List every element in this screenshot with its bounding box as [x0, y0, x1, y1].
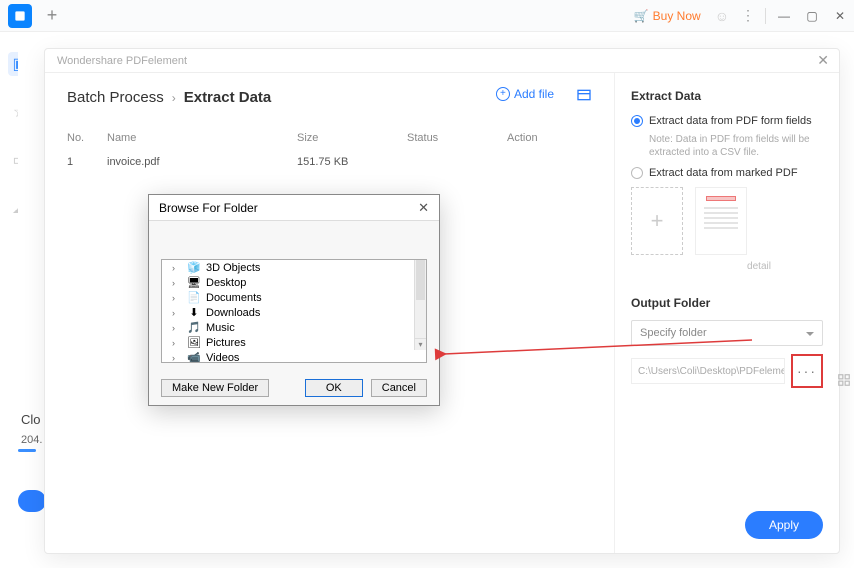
browse-folder-dialog: Browse For Folder ✕ ›🧊3D Objects ›🖥Deskt…	[148, 194, 440, 406]
close-button[interactable]: ✕	[826, 0, 854, 31]
cell-status	[407, 156, 507, 168]
tree-item: ›🖥Desktop	[162, 275, 426, 290]
scrollbar-thumb[interactable]	[416, 260, 425, 300]
cancel-button[interactable]: Cancel	[371, 379, 427, 397]
thumb-detail[interactable]	[695, 187, 747, 255]
apply-button[interactable]: Apply	[745, 511, 823, 539]
new-tab-button[interactable]: +	[40, 4, 64, 28]
window-titlebar: + 🛒 Buy Now ☺ ⋮ — ▢ ✕	[0, 0, 854, 32]
radio-off-icon	[631, 167, 643, 179]
tree-item: ›🖼Pictures	[162, 335, 426, 350]
detail-label: detail	[695, 261, 823, 272]
breadcrumb-root[interactable]: Batch Process	[67, 89, 164, 106]
manage-files-icon[interactable]	[576, 87, 592, 108]
chevron-right-icon: ›	[172, 308, 182, 318]
panel-close-icon[interactable]: ✕	[817, 52, 829, 69]
account-icon[interactable]: ☺	[715, 8, 729, 24]
scrollbar[interactable]: ▾	[414, 260, 426, 350]
cell-action	[507, 156, 592, 168]
peek-blue-bar	[18, 449, 36, 452]
grid-icon[interactable]	[837, 373, 851, 390]
cell-no: 1	[67, 156, 107, 168]
minimize-button[interactable]: —	[770, 0, 798, 31]
cell-size: 151.75 KB	[297, 156, 407, 168]
buy-now-label: Buy Now	[653, 9, 701, 23]
folder-icon: 🖼	[187, 336, 201, 349]
radio-on-icon	[631, 115, 643, 127]
maximize-button[interactable]: ▢	[798, 0, 826, 31]
chevron-right-icon: ›	[172, 278, 182, 288]
tree-item: ›🧊3D Objects	[162, 260, 426, 275]
col-action-header: Action	[507, 132, 592, 144]
dialog-close-icon[interactable]: ✕	[418, 200, 429, 216]
chevron-right-icon: ›	[172, 293, 182, 303]
plus-circle-icon: +	[496, 87, 510, 101]
panel-title-text: Wondershare PDFelement	[57, 55, 187, 67]
radio-form-fields[interactable]: Extract data from PDF form fields	[631, 115, 823, 127]
select-value: Specify folder	[640, 327, 707, 339]
tree-item: ›📹Videos	[162, 350, 426, 363]
table-row[interactable]: 1 invoice.pdf 151.75 KB	[67, 150, 592, 174]
output-folder-label: Output Folder	[631, 296, 823, 310]
divider	[765, 8, 766, 24]
thumb-add[interactable]: +	[631, 187, 683, 255]
folder-icon: 📹	[187, 351, 201, 363]
radio-label-1: Extract data from PDF form fields	[649, 115, 812, 127]
buy-now-link[interactable]: 🛒 Buy Now	[634, 9, 701, 23]
vdots-icon[interactable]: ⋮	[741, 7, 755, 24]
peek-label: Clo	[21, 412, 41, 427]
cart-icon: 🛒	[634, 9, 649, 23]
col-name-header: Name	[107, 132, 297, 144]
chevron-right-icon: ›	[172, 91, 176, 105]
tree-item: ›🎵Music	[162, 320, 426, 335]
files-table: No. Name Size Status Action 1 invoice.pd…	[67, 126, 592, 174]
side-note: Note: Data in PDF from fields will be ex…	[649, 133, 823, 159]
col-size-header: Size	[297, 132, 407, 144]
side-title: Extract Data	[631, 89, 823, 103]
browse-folder-button[interactable]: ···	[791, 354, 823, 388]
make-new-folder-button[interactable]: Make New Folder	[161, 379, 269, 397]
folder-icon: 📄	[187, 291, 201, 304]
tree-item: ›⬇Downloads	[162, 305, 426, 320]
folder-tree[interactable]: ›🧊3D Objects ›🖥Desktop ›📄Documents ›⬇Dow…	[161, 259, 427, 363]
chevron-right-icon: ›	[172, 353, 182, 363]
peek-blue-pill	[18, 490, 46, 512]
ellipsis-icon: ···	[797, 363, 817, 379]
panel-titlebar: Wondershare PDFelement ✕	[45, 49, 839, 73]
app-logo	[8, 4, 32, 28]
peek-number: 204.	[21, 434, 42, 446]
tree-item: ›📄Documents	[162, 290, 426, 305]
ok-button[interactable]: OK	[305, 379, 363, 397]
folder-icon: 🧊	[187, 261, 201, 274]
add-file-button[interactable]: + Add file	[496, 87, 554, 101]
dialog-title: Browse For Folder	[159, 201, 258, 215]
folder-icon: 🎵	[187, 321, 201, 334]
background-peek: Clo 204.	[18, 32, 46, 554]
add-file-label: Add file	[514, 87, 554, 101]
output-path-text: C:\Users\Coli\Desktop\PDFelement\Da	[638, 366, 785, 377]
folder-icon: ⬇	[187, 306, 201, 319]
chevron-right-icon: ›	[172, 263, 182, 273]
folder-icon: 🖥	[187, 276, 201, 289]
chevron-right-icon: ›	[172, 338, 182, 348]
output-path-field[interactable]: C:\Users\Coli\Desktop\PDFelement\Da	[631, 358, 785, 384]
chevron-right-icon: ›	[172, 323, 182, 333]
radio-marked-pdf[interactable]: Extract data from marked PDF	[631, 167, 823, 179]
col-status-header: Status	[407, 132, 507, 144]
breadcrumb-current: Extract Data	[184, 89, 272, 106]
cell-name: invoice.pdf	[107, 156, 297, 168]
radio-label-2: Extract data from marked PDF	[649, 167, 798, 179]
side-panel: Extract Data Extract data from PDF form …	[615, 73, 839, 553]
scroll-down-icon[interactable]: ▾	[415, 338, 426, 350]
folder-mode-select[interactable]: Specify folder	[631, 320, 823, 346]
col-no-header: No.	[67, 132, 107, 144]
